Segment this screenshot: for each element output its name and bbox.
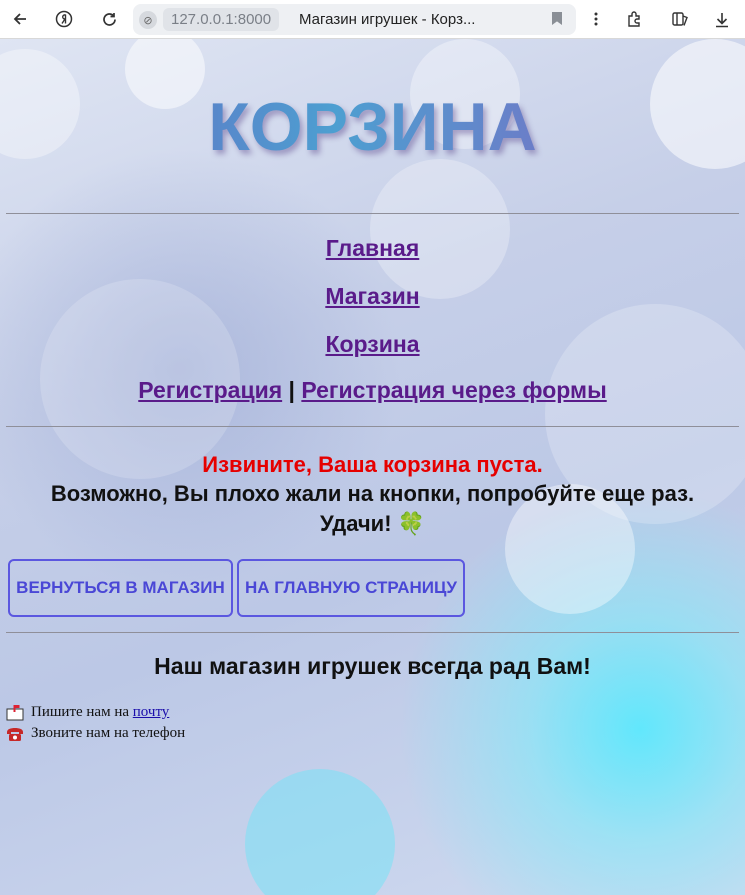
menu-icon[interactable]	[582, 6, 610, 32]
reload-icon[interactable]	[95, 6, 123, 32]
collections-icon[interactable]	[666, 6, 694, 32]
nav-link-home[interactable]: Главная	[326, 235, 420, 261]
nav-link-register[interactable]: Регистрация	[138, 377, 282, 403]
contact-phone: Звоните нам на телефон	[6, 725, 185, 742]
nav-link-register-forms[interactable]: Регистрация через формы	[301, 377, 606, 403]
nav-link-cart[interactable]: Корзина	[325, 331, 419, 357]
phone-text: Звоните нам на телефон	[31, 725, 186, 741]
cart-hint: Возможно, Вы плохо жали на кнопки, попро…	[0, 479, 745, 539]
nav-item-shop: Магазин	[0, 283, 745, 310]
yandex-icon[interactable]	[50, 6, 78, 32]
site-info-icon[interactable]: ⊘	[139, 11, 157, 29]
bookmark-icon[interactable]	[552, 12, 562, 25]
divider	[6, 426, 739, 427]
cart-hint-line: Возможно, Вы плохо жали на кнопки, попро…	[50, 481, 695, 506]
page-title: КОРЗИНА	[0, 91, 745, 163]
mail-text: Пишите нам на	[31, 704, 130, 720]
back-to-shop-button[interactable]: Вернуться в магазин	[8, 559, 233, 617]
nav-item-home: Главная	[0, 235, 745, 262]
nav-separator: |	[288, 377, 295, 403]
back-icon[interactable]	[6, 6, 34, 32]
contact-mail: Пишите нам на почту	[6, 704, 169, 721]
nav-item-registration: Регистрация | Регистрация через формы	[0, 377, 745, 404]
download-icon[interactable]	[708, 6, 736, 32]
empty-cart-message: Извините, Ваша корзина пуста.	[202, 452, 543, 477]
address-bar[interactable]: ⊘ 127.0.0.1:8000 Магазин игрушек - Корз.…	[133, 4, 576, 35]
phone-icon	[6, 726, 24, 742]
tab-title: Магазин игрушек - Корз...	[299, 11, 476, 28]
cart-hint-line: Удачи! 🍀	[319, 511, 426, 536]
mail-link[interactable]: почту	[133, 704, 170, 721]
footer-title: Наш магазин игрушек всегда рад Вам!	[154, 653, 591, 679]
mail-icon	[6, 704, 24, 721]
divider	[6, 213, 739, 214]
to-home-button[interactable]: На главную страницу	[237, 559, 465, 617]
extensions-icon[interactable]	[621, 6, 649, 32]
browser-toolbar: ⊘ 127.0.0.1:8000 Магазин игрушек - Корз.…	[0, 0, 745, 39]
url-text[interactable]: 127.0.0.1:8000	[163, 8, 280, 31]
nav-item-cart: Корзина	[0, 331, 745, 358]
divider	[6, 632, 739, 633]
nav-link-shop[interactable]: Магазин	[325, 283, 419, 309]
